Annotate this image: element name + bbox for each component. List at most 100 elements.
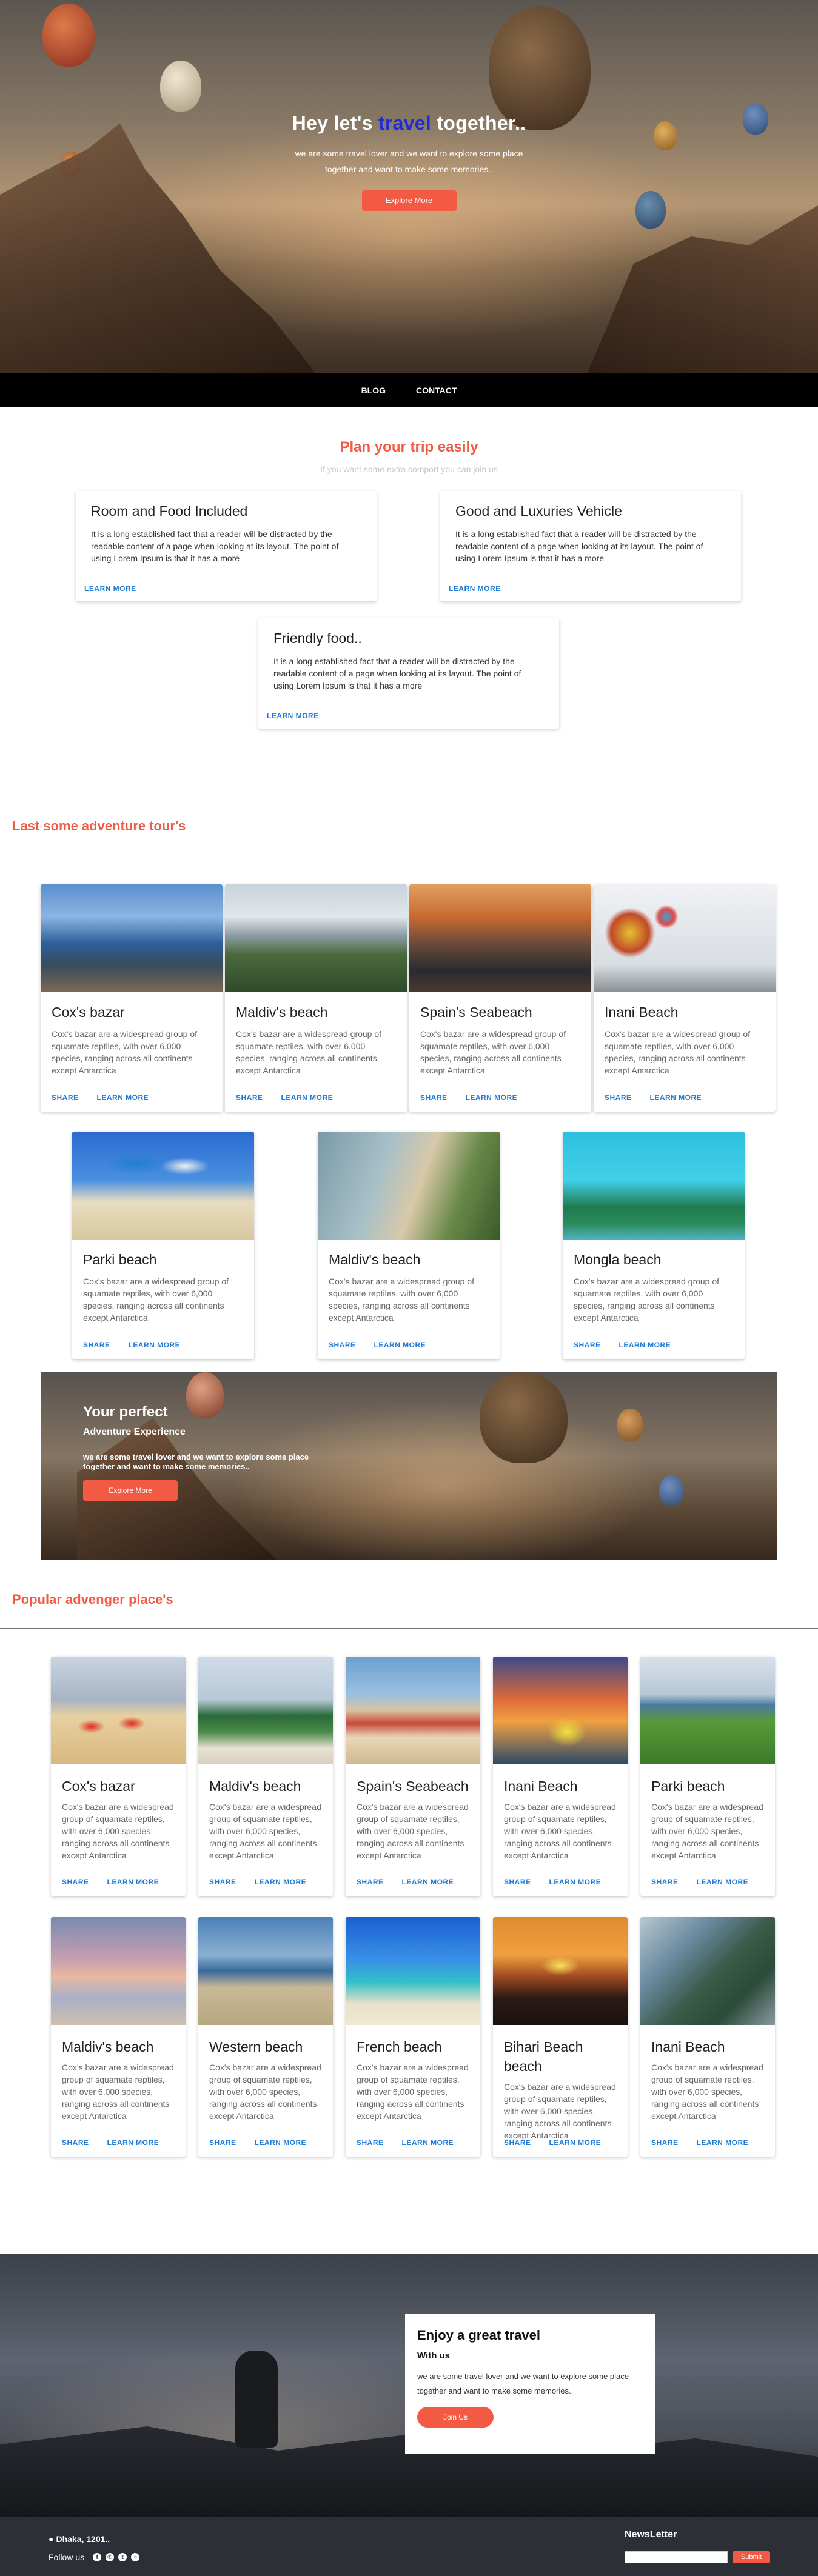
facebook-icon[interactable]: f bbox=[93, 2553, 102, 2561]
enjoy-section: Enjoy a great travel With us we are some… bbox=[0, 2254, 818, 2517]
enjoy-subtitle: With us bbox=[417, 2351, 451, 2361]
adventure-banner-subtitle: Adventure Experience bbox=[83, 1427, 186, 1437]
place-card-actions: SHARE LEARN MORE bbox=[651, 1878, 748, 1886]
learn-more-link[interactable]: LEARN MORE bbox=[374, 1341, 426, 1349]
learn-more-link[interactable]: LEARN MORE bbox=[267, 712, 319, 720]
instagram-icon[interactable]: ○ bbox=[131, 2553, 140, 2561]
place-card-title: Maldiv's beach bbox=[62, 2039, 154, 2055]
plan-section: Plan your trip easily If you want some e… bbox=[0, 407, 818, 818]
place-card-text: Cox's bazar are a widespread group of sq… bbox=[209, 2063, 321, 2121]
whatsapp-icon[interactable]: ✆ bbox=[106, 2553, 115, 2561]
share-link[interactable]: SHARE bbox=[504, 2138, 531, 2147]
tour-card: Spain's Seabeach Cox's bazar are a wides… bbox=[409, 884, 591, 1112]
learn-more-link[interactable]: LEARN MORE bbox=[466, 1093, 518, 1102]
twitter-icon[interactable]: t bbox=[118, 2553, 127, 2561]
share-link[interactable]: SHARE bbox=[62, 1878, 89, 1886]
place-card-actions: SHARE LEARN MORE bbox=[209, 1878, 306, 1886]
share-link[interactable]: SHARE bbox=[209, 1878, 236, 1886]
nav-item-blog[interactable]: BLOG bbox=[361, 385, 386, 395]
learn-more-link[interactable]: LEARN MORE bbox=[549, 1878, 602, 1886]
learn-more-link[interactable]: LEARN MORE bbox=[107, 1878, 159, 1886]
learn-more-link[interactable]: LEARN MORE bbox=[697, 2138, 749, 2147]
adventure-banner: Your perfect Adventure Experience we are… bbox=[41, 1372, 777, 1560]
explore-more-button[interactable]: Explore More bbox=[361, 190, 457, 211]
learn-more-link[interactable]: LEARN MORE bbox=[129, 1341, 181, 1349]
plan-card-title: Good and Luxuries Vehicle bbox=[455, 503, 622, 519]
place-card-actions: SHARE LEARN MORE bbox=[651, 2138, 748, 2147]
birds-sunset-image bbox=[51, 1917, 186, 2025]
tour-card: Mongla beach Cox's bazar are a widesprea… bbox=[563, 1132, 745, 1359]
place-card-title: Inani Beach bbox=[651, 2039, 725, 2055]
share-link[interactable]: SHARE bbox=[357, 2138, 384, 2147]
hero-text: we are some travel lover and we want to … bbox=[295, 148, 523, 174]
tour-card-actions: SHARE LEARN MORE bbox=[605, 1093, 702, 1102]
place-card-text: Cox's bazar are a widespread group of sq… bbox=[504, 2082, 616, 2140]
tour-card: Maldiv's beach Cox's bazar are a widespr… bbox=[225, 884, 407, 1112]
enjoy-card: Enjoy a great travel With us we are some… bbox=[405, 2314, 655, 2454]
share-link[interactable]: SHARE bbox=[651, 1878, 679, 1886]
explore-more-button[interactable]: Explore More bbox=[83, 1480, 178, 1501]
enjoy-title: Enjoy a great travel bbox=[417, 2327, 540, 2343]
share-link[interactable]: SHARE bbox=[62, 2138, 89, 2147]
place-card-text: Cox's bazar are a widespread group of sq… bbox=[209, 1802, 321, 1860]
newsletter-form: Submit bbox=[625, 2551, 770, 2563]
share-link[interactable]: SHARE bbox=[52, 1093, 79, 1102]
place-card: French beach Cox's bazar are a widesprea… bbox=[346, 1917, 480, 2157]
learn-more-link[interactable]: LEARN MORE bbox=[619, 1341, 671, 1349]
learn-more-link[interactable]: LEARN MORE bbox=[255, 2138, 307, 2147]
popular-heading: Popular advenger place's bbox=[0, 1592, 818, 1607]
newsletter-email-input[interactable] bbox=[625, 2551, 728, 2563]
place-card: Cox's bazar Cox's bazar are a widespread… bbox=[51, 1657, 186, 1896]
palm-beach-image bbox=[563, 1132, 745, 1240]
place-card-title: Maldiv's beach bbox=[209, 1778, 301, 1794]
beach-image bbox=[225, 884, 407, 992]
hero-title: Hey let's travel together.. bbox=[0, 112, 818, 135]
tours-section: Last some adventure tour's Cox's bazar C… bbox=[0, 818, 818, 1418]
learn-more-link[interactable]: LEARN MORE bbox=[549, 2138, 602, 2147]
plan-card-text: It is a long established fact that a rea… bbox=[455, 529, 703, 563]
learn-more-link[interactable]: LEARN MORE bbox=[650, 1093, 702, 1102]
place-card-actions: SHARE LEARN MORE bbox=[62, 1878, 159, 1886]
plan-title: Plan your trip easily bbox=[340, 439, 478, 455]
section-divider bbox=[0, 1628, 818, 1629]
share-link[interactable]: SHARE bbox=[329, 1341, 356, 1349]
place-card-text: Cox's bazar are a widespread group of sq… bbox=[651, 1802, 763, 1860]
share-link[interactable]: SHARE bbox=[83, 1341, 110, 1349]
learn-more-link[interactable]: LEARN MORE bbox=[97, 1093, 149, 1102]
submit-button[interactable]: Submit bbox=[733, 2551, 770, 2563]
learn-more-link[interactable]: LEARN MORE bbox=[281, 1093, 334, 1102]
place-card: Spain's Seabeach Cox's bazar are a wides… bbox=[346, 1657, 480, 1896]
learn-more-link[interactable]: LEARN MORE bbox=[449, 584, 501, 593]
tour-card: Maldiv's beach Cox's bazar are a widespr… bbox=[318, 1132, 500, 1359]
learn-more-link[interactable]: LEARN MORE bbox=[84, 584, 136, 593]
plan-card: Friendly food.. It is a long established… bbox=[258, 618, 559, 729]
nav-item-contact[interactable]: CONTACT bbox=[416, 385, 457, 395]
learn-more-link[interactable]: LEARN MORE bbox=[255, 1878, 307, 1886]
share-link[interactable]: SHARE bbox=[574, 1341, 601, 1349]
join-us-button[interactable]: Join Us bbox=[417, 2407, 494, 2428]
follow-label: Follow us bbox=[49, 2552, 85, 2562]
enjoy-text: we are some travel lover and we want to … bbox=[417, 2372, 629, 2395]
learn-more-link[interactable]: LEARN MORE bbox=[697, 1878, 749, 1886]
tour-card-actions: SHARE LEARN MORE bbox=[329, 1341, 426, 1349]
tour-card-text: Cox's bazar are a widespread group of sq… bbox=[574, 1276, 720, 1323]
share-link[interactable]: SHARE bbox=[357, 1878, 384, 1886]
crab-beach-image bbox=[51, 1657, 186, 1764]
plan-subtitle: If you want some extra comport you can j… bbox=[320, 464, 498, 474]
share-link[interactable]: SHARE bbox=[504, 1878, 531, 1886]
share-link[interactable]: SHARE bbox=[209, 2138, 236, 2147]
popular-grid: Cox's bazar Cox's bazar are a widespread… bbox=[0, 1657, 818, 2254]
plan-grid: Room and Food Included It is a long esta… bbox=[0, 491, 818, 818]
place-card-title: Bihari Beach beach bbox=[504, 2039, 583, 2074]
share-link[interactable]: SHARE bbox=[651, 2138, 679, 2147]
share-link[interactable]: SHARE bbox=[605, 1093, 632, 1102]
learn-more-link[interactable]: LEARN MORE bbox=[402, 1878, 454, 1886]
tours-title: Last some adventure tour's bbox=[12, 818, 186, 833]
place-card-text: Cox's bazar are a widespread group of sq… bbox=[62, 2063, 174, 2121]
beach-chairs-image bbox=[346, 1657, 480, 1764]
beach-image bbox=[72, 1132, 254, 1240]
learn-more-link[interactable]: LEARN MORE bbox=[402, 2138, 454, 2147]
learn-more-link[interactable]: LEARN MORE bbox=[107, 2138, 159, 2147]
share-link[interactable]: SHARE bbox=[420, 1093, 448, 1102]
share-link[interactable]: SHARE bbox=[236, 1093, 263, 1102]
